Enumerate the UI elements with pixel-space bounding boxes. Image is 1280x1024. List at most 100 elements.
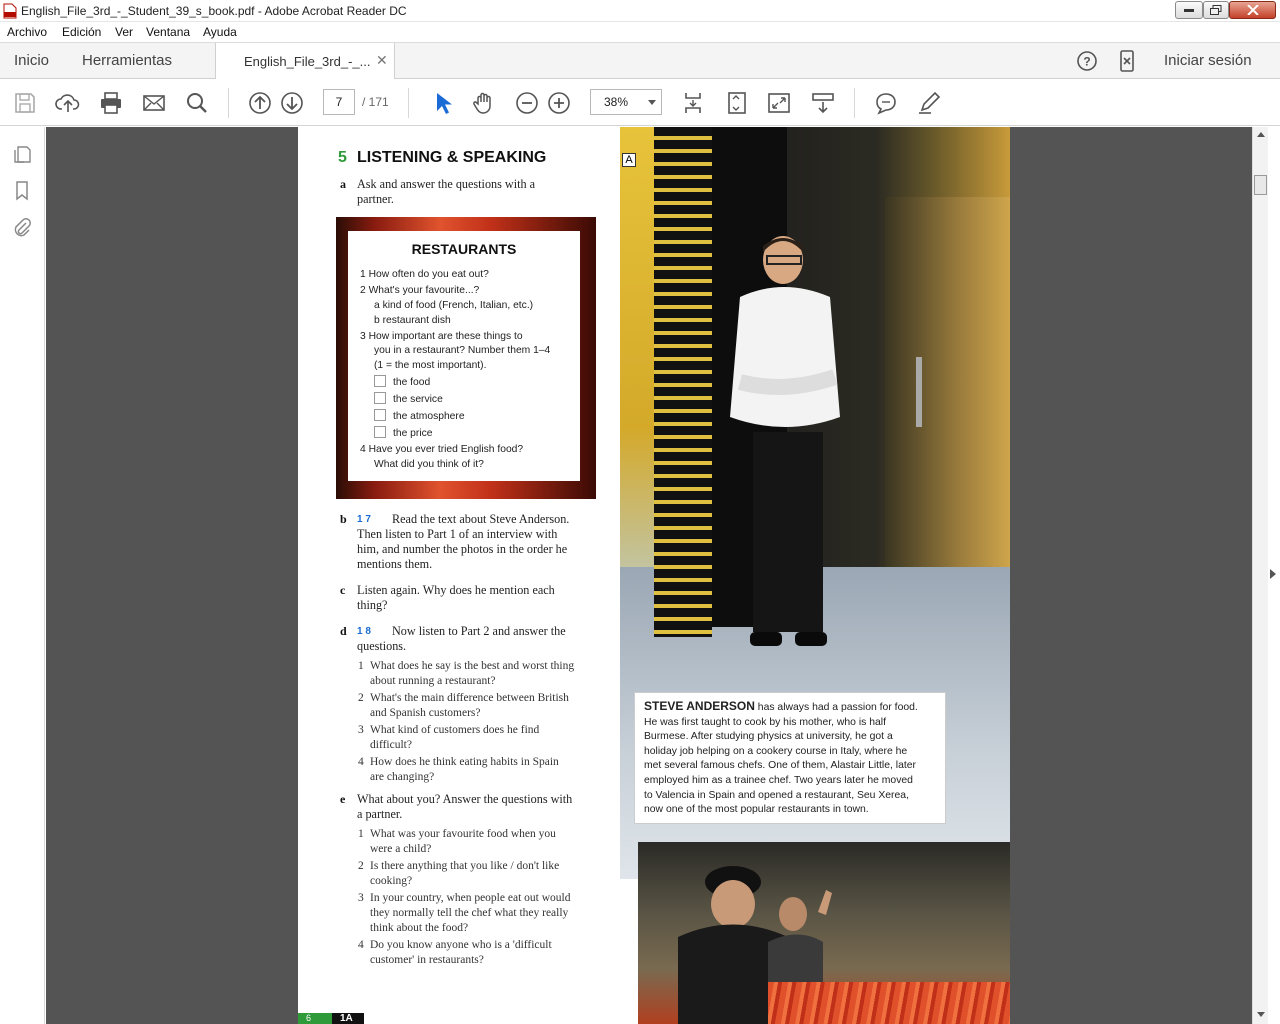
audio-track-label[interactable]: 1 8 <box>357 624 371 639</box>
scroll-thumb[interactable] <box>1254 175 1267 195</box>
email-icon[interactable] <box>141 90 167 116</box>
close-button[interactable] <box>1229 1 1276 19</box>
sign-in-link[interactable]: Iniciar sesión <box>1164 52 1252 69</box>
caption-line: has always had a passion for food. <box>754 702 918 713</box>
produce-stall <box>768 982 1010 1024</box>
rank-box <box>374 375 386 387</box>
menu-archivo[interactable]: Archivo <box>7 25 47 39</box>
toolbar: 7 / 171 38% <box>0 80 1280 126</box>
tab-tools[interactable]: Herramientas <box>82 52 172 69</box>
page-total: / 171 <box>362 95 389 109</box>
question-b-line: Read the text about Steve Anderson. <box>392 512 570 526</box>
next-page-icon[interactable] <box>279 90 305 116</box>
close-tab-icon[interactable]: ✕ <box>376 52 388 69</box>
caption-line: employed him as a trainee chef. Two year… <box>644 774 913 786</box>
bookmark-icon[interactable] <box>11 179 33 201</box>
zoom-in-icon[interactable] <box>546 90 572 116</box>
chevron-down-icon <box>648 100 656 105</box>
close-icon <box>1246 5 1259 15</box>
market-photo <box>638 842 1010 1024</box>
question-b-line: Then listen to Part 1 of an interview wi… <box>357 527 558 541</box>
section-number: 5 <box>338 149 347 166</box>
audio-track-label[interactable]: 1 7 <box>357 512 371 527</box>
menu-ver[interactable]: Ver <box>115 25 133 39</box>
help-icon[interactable]: ? <box>1076 50 1098 72</box>
left-navigation-pane <box>0 127 45 1024</box>
chef-figure <box>730 236 840 646</box>
list-item-cont: are changing? <box>370 771 435 783</box>
previous-page-icon[interactable] <box>247 90 273 116</box>
document-tab-label: English_File_3rd_-_... <box>244 54 371 69</box>
question-letter: b <box>340 512 347 526</box>
list-item-cont: cooking? <box>370 875 413 887</box>
scroll-up-icon[interactable] <box>1257 132 1265 137</box>
attachment-icon[interactable] <box>11 216 33 238</box>
list-item-cont: customer' in restaurants? <box>370 954 484 966</box>
page-number-footer: 6 <box>298 1013 332 1024</box>
restaurants-line: 3 How important are these things to <box>360 331 523 342</box>
page-thumbnails-icon[interactable] <box>11 143 33 165</box>
mobile-link-icon[interactable] <box>1117 50 1137 72</box>
list-item: 4 Do you know anyone who is a 'difficult <box>358 939 552 951</box>
caption-line: now one of the most popular restaurants … <box>644 804 869 816</box>
section-title: LISTENING & SPEAKING <box>357 149 547 166</box>
zoom-out-icon[interactable] <box>514 90 540 116</box>
select-pointer-icon[interactable] <box>429 90 455 116</box>
menu-bar: Archivo Edición Ver Ventana Ayuda <box>0 22 1280 42</box>
pdf-file-icon <box>3 3 17 19</box>
rank-box <box>374 392 386 404</box>
maximize-button[interactable] <box>1203 1 1229 19</box>
list-item: 2 What's the main difference between Brit… <box>358 692 569 704</box>
list-item-cont: and Spanish customers? <box>370 707 481 719</box>
caption-line: He was first taught to cook by his mothe… <box>644 716 886 728</box>
minimize-button[interactable] <box>1175 1 1203 19</box>
toolbar-divider <box>228 88 229 118</box>
print-icon[interactable] <box>98 90 124 116</box>
comment-icon[interactable] <box>873 90 899 116</box>
vertical-scrollbar[interactable] <box>1252 127 1268 1024</box>
save-icon[interactable] <box>12 90 38 116</box>
question-e-line: a partner. <box>357 807 403 821</box>
pen-icon[interactable] <box>916 90 942 116</box>
menu-edicion[interactable]: Edición <box>62 25 101 39</box>
expand-right-pane-icon[interactable] <box>1270 569 1276 579</box>
tab-document[interactable]: English_File_3rd_-_... ✕ <box>215 43 395 79</box>
list-item: 2 Is there anything that you like / don't… <box>358 860 560 872</box>
menu-ayuda[interactable]: Ayuda <box>203 25 237 39</box>
hand-tool-icon[interactable] <box>471 90 497 116</box>
door-handle <box>916 357 922 427</box>
minimize-icon <box>1184 9 1194 12</box>
caption-name: STEVE ANDERSON <box>644 699 755 713</box>
restaurants-line: a kind of food (French, Italian, etc.) <box>374 300 534 311</box>
menu-ventana[interactable]: Ventana <box>146 25 190 39</box>
list-item-cont: they normally tell the chef what they re… <box>370 907 569 919</box>
list-item: 3 What kind of customers does he find <box>358 724 540 736</box>
collapse-left-pane-icon[interactable] <box>47 569 53 579</box>
tab-home[interactable]: Inicio <box>14 52 49 69</box>
fit-page-icon[interactable] <box>724 90 750 116</box>
top-tab-bar: Inicio Herramientas English_File_3rd_-_.… <box>0 42 1280 79</box>
restaurants-line: (1 = the most important). <box>374 360 487 371</box>
caption-box: STEVE ANDERSON has always had a passion … <box>634 692 946 824</box>
list-item-cont: think about the food? <box>370 922 469 934</box>
zoom-value: 38% <box>604 95 629 109</box>
list-item: 1 What was your favourite food when you <box>358 828 556 840</box>
list-item-cont: difficult? <box>370 739 412 751</box>
page-number-input[interactable]: 7 <box>323 89 355 115</box>
list-item: 1 What does he say is the best and worst … <box>358 660 575 672</box>
page-layout-icon[interactable] <box>680 90 706 116</box>
scroll-mode-icon[interactable] <box>810 90 836 116</box>
question-c-line: thing? <box>357 598 388 612</box>
acrobat-window: English_File_3rd_-_Student_39_s_book.pdf… <box>0 0 1280 1024</box>
caption-line: Burmese. After studying physics at unive… <box>644 731 893 743</box>
restaurants-line: you in a restaurant? Number them 1–4 <box>374 345 551 356</box>
upload-cloud-icon[interactable] <box>55 90 81 116</box>
search-icon[interactable] <box>184 90 210 116</box>
photo-label: A <box>622 153 636 167</box>
question-c-line: Listen again. Why does he mention each <box>357 583 555 597</box>
restaurants-panel: RESTAURANTS 1 How often do you eat out? … <box>348 231 580 481</box>
zoom-level-select[interactable]: 38% <box>590 89 662 115</box>
question-letter: c <box>340 583 346 597</box>
scroll-down-icon[interactable] <box>1257 1012 1265 1017</box>
full-screen-icon[interactable] <box>766 90 792 116</box>
